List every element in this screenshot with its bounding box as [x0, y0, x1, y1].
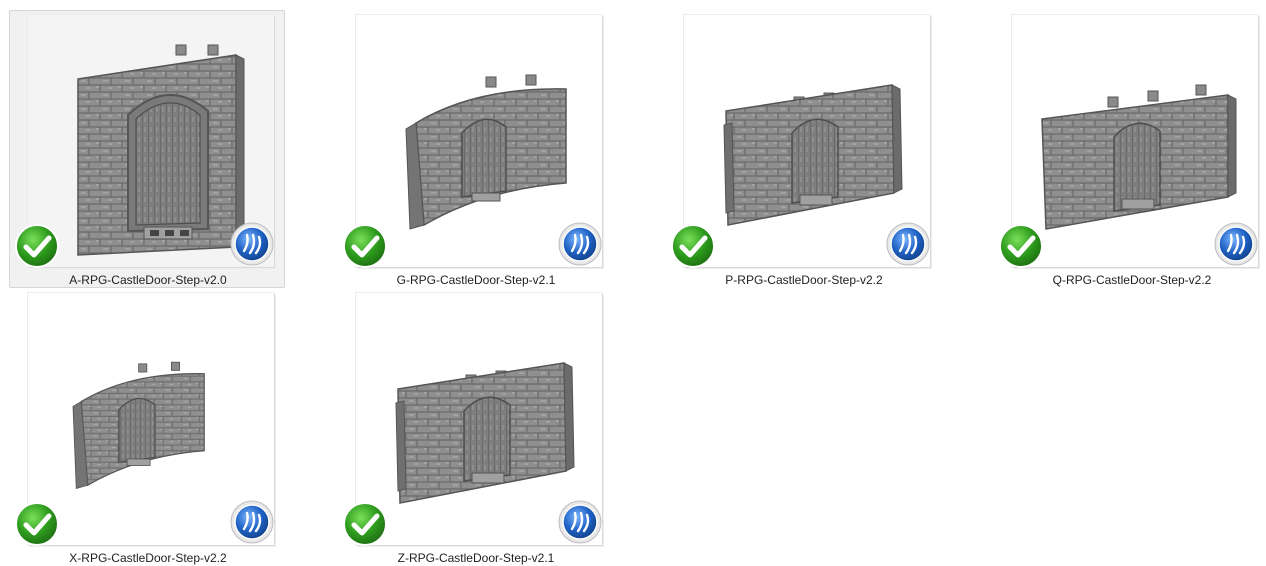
sync-icon	[557, 221, 603, 267]
file-name-label[interactable]: P-RPG-CastleDoor-Step-v2.2	[666, 273, 942, 287]
file-tile[interactable]: X-RPG-CastleDoor-Step-v2.2	[9, 288, 285, 566]
sync-icon	[229, 499, 275, 545]
file-tile[interactable]: Z-RPG-CastleDoor-Step-v2.1	[337, 288, 613, 566]
file-tile[interactable]: A-RPG-CastleDoor-Step-v2.0	[9, 10, 285, 288]
file-name-label[interactable]: A-RPG-CastleDoor-Step-v2.0	[10, 273, 286, 287]
check-icon	[14, 223, 60, 269]
check-icon	[342, 501, 388, 547]
check-icon	[342, 223, 388, 269]
file-tile[interactable]: G-RPG-CastleDoor-Step-v2.1	[337, 10, 613, 288]
file-name-label[interactable]: Q-RPG-CastleDoor-Step-v2.2	[994, 273, 1266, 287]
file-name-label[interactable]: G-RPG-CastleDoor-Step-v2.1	[338, 273, 614, 287]
sync-icon	[1213, 221, 1259, 267]
file-tile[interactable]: P-RPG-CastleDoor-Step-v2.2	[665, 10, 941, 288]
file-tile[interactable]: Q-RPG-CastleDoor-Step-v2.2	[993, 10, 1266, 288]
sync-icon	[557, 499, 603, 545]
check-icon	[670, 223, 716, 269]
check-icon	[14, 501, 60, 547]
file-name-label[interactable]: Z-RPG-CastleDoor-Step-v2.1	[338, 551, 614, 565]
file-name-label[interactable]: X-RPG-CastleDoor-Step-v2.2	[10, 551, 286, 565]
check-icon	[998, 223, 1044, 269]
sync-icon	[229, 221, 275, 267]
sync-icon	[885, 221, 931, 267]
